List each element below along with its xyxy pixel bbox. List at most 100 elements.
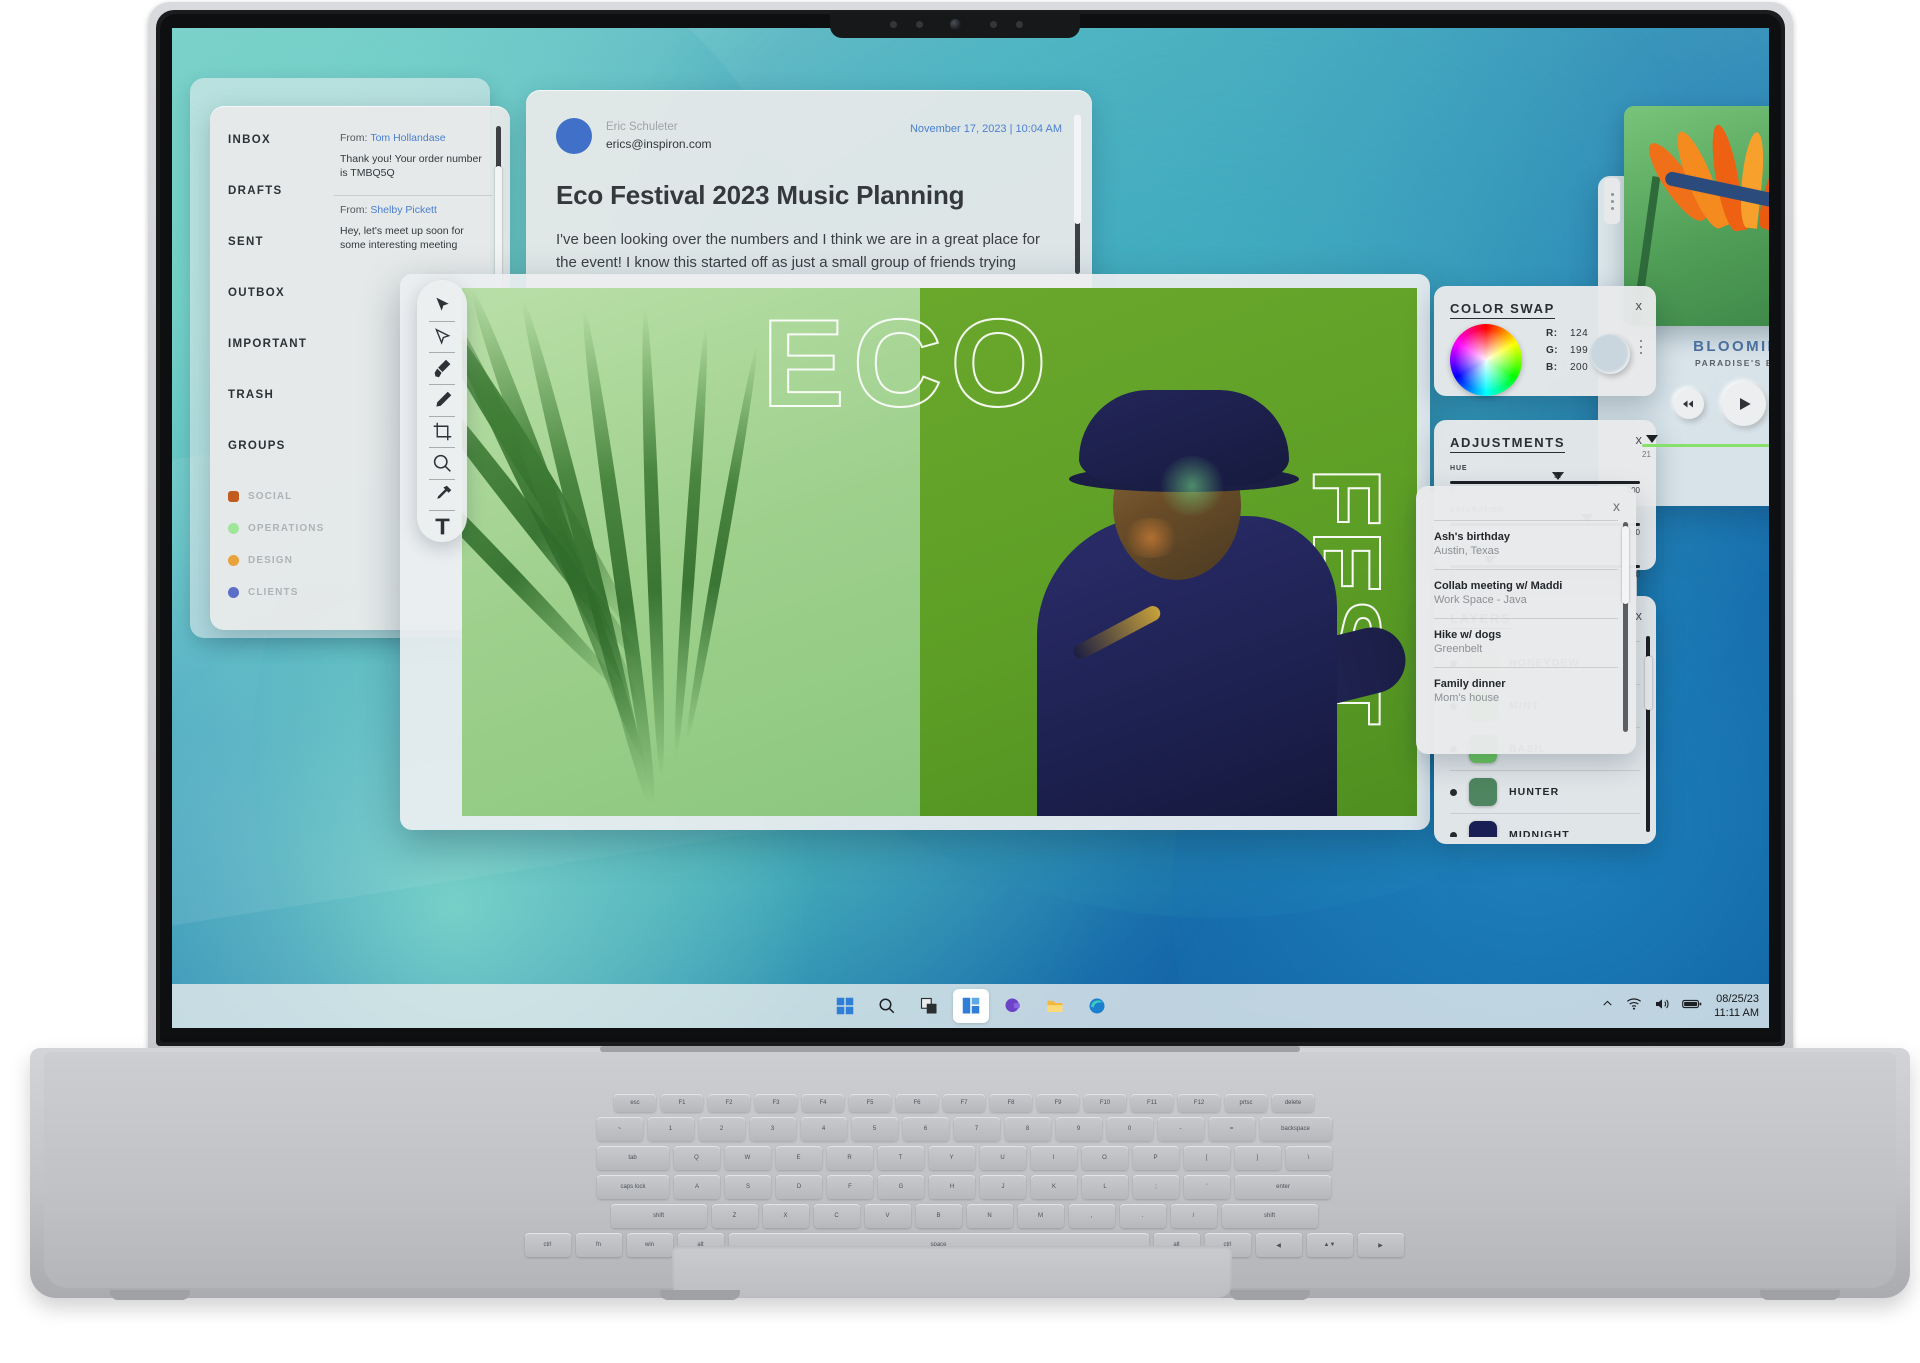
key[interactable]: L xyxy=(1082,1175,1128,1199)
key[interactable]: S xyxy=(725,1175,771,1199)
player-controls[interactable] xyxy=(1624,382,1769,426)
chevron-up-icon[interactable] xyxy=(1601,997,1614,1015)
key[interactable]: ~ xyxy=(597,1117,643,1141)
key[interactable]: backspace xyxy=(1260,1117,1332,1141)
start-button[interactable] xyxy=(827,989,863,1023)
key[interactable]: V xyxy=(865,1204,911,1228)
key[interactable]: K xyxy=(1031,1175,1077,1199)
previous-button[interactable] xyxy=(1674,389,1704,419)
close-icon[interactable]: x xyxy=(1636,298,1643,313)
list-item[interactable]: From: Tom Hollandase Thank you! Your ord… xyxy=(334,124,492,196)
widgets-button[interactable] xyxy=(953,989,989,1023)
scrollbar-thumb[interactable] xyxy=(1074,114,1081,224)
editor-toolbar[interactable] xyxy=(417,280,467,542)
key[interactable]: F1 xyxy=(661,1094,703,1112)
crop-icon[interactable] xyxy=(423,416,461,447)
key[interactable]: win xyxy=(627,1233,673,1257)
key[interactable]: 6 xyxy=(903,1117,949,1141)
volume-slider[interactable]: 21 100 xyxy=(1642,444,1769,459)
key[interactable]: R xyxy=(827,1146,873,1170)
key[interactable]: J xyxy=(980,1175,1026,1199)
sidebar-tag-social[interactable]: SOCIAL xyxy=(228,491,328,502)
battery-icon[interactable] xyxy=(1682,997,1702,1016)
calendar-events-panel[interactable]: x Ash's birthday Austin, Texas Collab me… xyxy=(1416,486,1636,754)
play-button[interactable] xyxy=(1722,382,1766,426)
poster-canvas[interactable]: ECO FEST xyxy=(462,288,1417,816)
key[interactable]: F10 xyxy=(1084,1094,1126,1112)
key[interactable]: X xyxy=(763,1204,809,1228)
key[interactable]: ▶ xyxy=(1358,1233,1404,1257)
volume-icon[interactable] xyxy=(1654,996,1670,1017)
key[interactable]: F2 xyxy=(708,1094,750,1112)
slider-track[interactable] xyxy=(1450,481,1640,484)
layer-visibility-icon[interactable] xyxy=(1450,789,1457,796)
key[interactable]: ; xyxy=(1133,1175,1179,1199)
file-explorer-button[interactable] xyxy=(1037,989,1073,1023)
key[interactable]: I xyxy=(1031,1146,1077,1170)
eyedropper-icon[interactable] xyxy=(423,480,461,511)
key[interactable]: F3 xyxy=(755,1094,797,1112)
sidebar-item-drafts[interactable]: DRAFTS xyxy=(228,185,328,197)
list-item[interactable]: Hike w/ dogs Greenbelt xyxy=(1434,618,1618,667)
photo-drag-handle[interactable] xyxy=(1604,178,1620,224)
sidebar-item-outbox[interactable]: OUTBOX xyxy=(228,287,328,299)
key[interactable]: 7 xyxy=(954,1117,1000,1141)
key[interactable]: F xyxy=(827,1175,873,1199)
wifi-icon[interactable] xyxy=(1626,996,1642,1017)
key[interactable]: 9 xyxy=(1056,1117,1102,1141)
key[interactable]: T xyxy=(878,1146,924,1170)
layer-color-swatch[interactable] xyxy=(1469,778,1497,806)
pencil-icon[interactable] xyxy=(423,385,461,416)
key[interactable]: F5 xyxy=(849,1094,891,1112)
key[interactable]: Z xyxy=(712,1204,758,1228)
key[interactable]: P xyxy=(1133,1146,1179,1170)
list-item[interactable]: From: Shelby Pickett Hey, let's meet up … xyxy=(334,196,492,267)
windows-taskbar[interactable]: 08/25/23 11:11 AM xyxy=(172,984,1769,1028)
key[interactable]: ] xyxy=(1235,1146,1281,1170)
color-wheel[interactable] xyxy=(1450,324,1522,396)
list-item[interactable]: Ash's birthday Austin, Texas xyxy=(1434,520,1618,569)
key[interactable]: = xyxy=(1209,1117,1255,1141)
layer-color-swatch[interactable] xyxy=(1469,821,1497,837)
key[interactable]: Q xyxy=(674,1146,720,1170)
keyboard-row[interactable]: shift Z X C V B N M , . / shift xyxy=(250,1204,1678,1228)
list-item[interactable]: HUNTER xyxy=(1450,771,1640,814)
teams-button[interactable] xyxy=(995,989,1031,1023)
edge-button[interactable] xyxy=(1079,989,1115,1023)
layers-scrollbar[interactable] xyxy=(1646,636,1650,832)
sidebar-item-important[interactable]: IMPORTANT xyxy=(228,338,328,350)
key[interactable]: enter xyxy=(1235,1175,1331,1199)
keyboard-row[interactable]: ~ 1 2 3 4 5 6 7 8 9 0 - = backspace xyxy=(250,1117,1678,1141)
key[interactable]: F4 xyxy=(802,1094,844,1112)
task-view-button[interactable] xyxy=(911,989,947,1023)
sidebar-tag-clients[interactable]: CLIENTS xyxy=(228,587,328,598)
color-swap-panel[interactable]: COLOR SWAP x R:124 G:199 B:200 xyxy=(1434,286,1656,396)
taskbar-clock[interactable]: 08/25/23 11:11 AM xyxy=(1714,992,1759,1021)
key[interactable]: Y xyxy=(929,1146,975,1170)
slider-handle[interactable] xyxy=(1646,435,1658,443)
key[interactable]: C xyxy=(814,1204,860,1228)
select-arrow-icon[interactable] xyxy=(423,322,461,353)
image-editor-window[interactable]: ECO FEST xyxy=(400,274,1430,830)
key[interactable]: F8 xyxy=(990,1094,1032,1112)
key[interactable]: M xyxy=(1018,1204,1064,1228)
sidebar-item-inbox[interactable]: INBOX xyxy=(228,134,328,146)
key[interactable]: ctrl xyxy=(525,1233,571,1257)
events-scrollbar[interactable] xyxy=(1623,522,1628,732)
mail-message-list[interactable]: From: Tom Hollandase Thank you! Your ord… xyxy=(334,124,492,267)
keyboard-row[interactable]: caps lock A S D F G H J K L ; ' enter xyxy=(250,1175,1678,1199)
text-icon[interactable] xyxy=(423,511,461,542)
key[interactable]: delete xyxy=(1272,1094,1314,1112)
sidebar-item-sent[interactable]: SENT xyxy=(228,236,328,248)
from-name[interactable]: Shelby Pickett xyxy=(370,204,437,216)
keyboard[interactable]: esc F1 F2 F3 F4 F5 F6 F7 F8 F9 F10 F11 F… xyxy=(250,1094,1678,1234)
keyboard-row[interactable]: esc F1 F2 F3 F4 F5 F6 F7 F8 F9 F10 F11 F… xyxy=(250,1094,1678,1112)
key[interactable]: E xyxy=(776,1146,822,1170)
key[interactable]: 5 xyxy=(852,1117,898,1141)
close-icon[interactable]: x xyxy=(1613,498,1620,514)
from-name[interactable]: Tom Hollandase xyxy=(370,132,445,144)
close-icon[interactable]: x xyxy=(1636,608,1643,623)
brush-icon[interactable] xyxy=(423,353,461,384)
key[interactable]: [ xyxy=(1184,1146,1230,1170)
zoom-icon[interactable] xyxy=(423,448,461,479)
